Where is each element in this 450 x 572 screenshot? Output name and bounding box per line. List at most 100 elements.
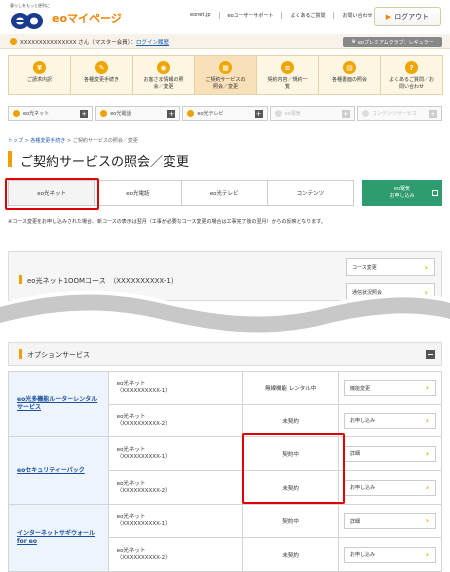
table-row: eo光多機能ルーターレンタルサービス eo光ネット （XXXXXXXXXX-1）…: [8, 371, 443, 437]
tv-icon: [187, 110, 195, 117]
button-label: お申し込み: [349, 418, 375, 424]
logo[interactable]: 暮らしをもっと便利に: [10, 3, 50, 31]
menu-item-contracts[interactable]: ▦ ご契約サービスの 照会／変更: [194, 55, 257, 95]
plus-icon[interactable]: +: [254, 109, 263, 118]
status-cell: 未契約: [242, 537, 339, 572]
line-name: eo光ネット: [116, 446, 146, 453]
button-label: お申し込み: [349, 485, 375, 491]
page-title: ご契約サービスの照会／変更: [20, 155, 190, 170]
menu-label: ご契約サービスの 照会／変更: [205, 77, 246, 90]
service-link-sagiwall[interactable]: インターネットサギウォール for eo: [17, 530, 100, 546]
electric-apply-button[interactable]: eo電気 お申し込み: [362, 180, 442, 206]
breadcrumb-current: ご契約サービスの照会／変更: [72, 138, 138, 144]
page: 暮らしをもっと便利に eoマイページ eonet.jp eoユーザーサポート よ…: [0, 0, 450, 572]
header-links: eonet.jp eoユーザーサポート よくあるご質問 お問い合わせ: [182, 12, 380, 19]
menu-item-faq[interactable]: ? よくあるご質問／お 問い合わせ: [380, 55, 443, 95]
service-cell: eo光多機能ルーターレンタルサービス: [8, 371, 109, 437]
user-bar: XXXXXXXXXXXXXXX さん（マスター会員）：ログイン履歴 ♛ eoプレ…: [0, 34, 450, 49]
electric-icon: [274, 110, 282, 117]
option-accent: [19, 349, 22, 359]
tab-eo-phone[interactable]: eo光電話: [94, 181, 181, 205]
content-icon: [361, 110, 369, 117]
tab-eo-tv[interactable]: eo光テレビ: [180, 181, 267, 205]
crown-icon: ♛: [351, 39, 356, 45]
chevron-right-icon: ›: [425, 415, 429, 425]
chevron-right-icon: ›: [425, 383, 429, 392]
plus-icon: +: [341, 109, 350, 118]
login-history-link[interactable]: ログイン履歴: [136, 40, 169, 46]
line-name: eo光ネット: [116, 514, 146, 520]
question-icon: ?: [405, 61, 418, 74]
plus-icon[interactable]: +: [80, 109, 89, 118]
menu-item-documents[interactable]: ▤ 各種書面の照会: [318, 55, 381, 95]
line-name: eo光ネット: [116, 381, 146, 387]
breadcrumb: トップ > 各種変更手続き > ご契約サービスの照会／変更: [8, 137, 138, 144]
course-change-note: ※コース変更をお申し込みされた場合、新コースの表示は翌月（工事が必要なコース変更…: [8, 219, 326, 225]
menu-label: ご請求内訳: [26, 77, 52, 83]
apply-button[interactable]: お申し込み ›: [343, 412, 436, 429]
function-change-button[interactable]: 機能変更 ›: [343, 380, 436, 396]
arrow-right-icon: ▶: [385, 12, 392, 21]
button-label: 詳細: [349, 451, 360, 457]
line-cell: eo光ネット （XXXXXXXXXX-1）: [107, 371, 244, 405]
service-tabs: eo光ネット + eo光電話 + eo光テレビ + eo電気 + コンテンツサー…: [8, 106, 443, 121]
details-button[interactable]: 詳細 ›: [343, 513, 436, 529]
line-id: （XXXXXXXXXX-1）: [116, 453, 171, 460]
person-icon: ◉: [157, 61, 170, 74]
document-icon: ≡: [281, 61, 294, 74]
action-cell: 詳細 ›: [337, 504, 443, 538]
header-link-support[interactable]: eoユーザーサポート: [218, 12, 282, 19]
apply-button[interactable]: お申し込み ›: [343, 479, 436, 496]
service-link-router[interactable]: eo光多機能ルーターレンタルサービス: [17, 396, 100, 412]
header-link-eonet[interactable]: eonet.jp: [182, 12, 219, 19]
course-change-button[interactable]: コース変更 ›: [346, 258, 435, 276]
button-label: お申し込み: [349, 552, 375, 558]
menu-item-terms[interactable]: ≡ 契約内容／規約一 覧: [256, 55, 319, 95]
service-tab-label: eo光テレビ: [197, 111, 224, 117]
service-tab-label: eo光ネット: [23, 111, 50, 117]
premium-label: eoプレミアムクラブ：レギュラー: [357, 39, 434, 46]
menu-label: 契約内容／規約一 覧: [267, 77, 308, 90]
collapse-icon[interactable]: [426, 350, 435, 359]
line-id: （XXXXXXXXXX-2）: [116, 487, 171, 494]
service-cell: インターネットサギウォール for eo: [8, 504, 109, 572]
contract-icon: ▦: [219, 61, 232, 74]
pencil-icon: ✎: [95, 61, 108, 74]
breadcrumb-separator: >: [67, 138, 72, 144]
highlight-box: [5, 178, 99, 210]
option-header: オプションサービス: [8, 342, 442, 366]
breadcrumb-top[interactable]: トップ: [8, 138, 23, 144]
user-name-text: XXXXXXXXXXXXXXX さん（マスター会員）: [20, 40, 131, 46]
title-accent: [8, 151, 12, 167]
service-link-security[interactable]: eoセキュリティーパック: [17, 467, 100, 475]
menu-label: 各種書面の照会: [331, 77, 367, 83]
site-title: eoマイページ: [52, 12, 122, 25]
line-id: （XXXXXXXXXX-2）: [116, 554, 171, 561]
line-cell: eo光ネット （XXXXXXXXXX-1）: [107, 436, 244, 471]
line-name: eo光ネット: [116, 413, 146, 420]
line-id: （XXXXXXXXXX-1）: [116, 388, 171, 394]
external-link-icon: [432, 190, 438, 196]
status-cell: 契約中: [242, 504, 339, 538]
service-tab-tv[interactable]: eo光テレビ +: [182, 106, 268, 121]
service-tab-net[interactable]: eo光ネット +: [8, 106, 94, 121]
logout-button[interactable]: ▶ ログアウト: [374, 7, 441, 26]
tab-contents[interactable]: コンテンツ: [266, 181, 353, 205]
menu-item-changes[interactable]: ✎ 各種変更手続き: [70, 55, 133, 95]
apply-button[interactable]: お申し込み ›: [343, 546, 436, 563]
service-tab-phone[interactable]: eo光電話 +: [95, 106, 181, 121]
breadcrumb-changes[interactable]: 各種変更手続き: [30, 138, 65, 144]
premium-badge[interactable]: ♛ eoプレミアムクラブ：レギュラー: [343, 37, 442, 47]
menu-item-billing[interactable]: ¥ ご請求内訳: [8, 55, 71, 95]
menu-label: お客さま情報の照 会／変更: [143, 77, 184, 90]
details-button[interactable]: 詳細 ›: [343, 445, 436, 462]
chevron-right-icon: ›: [425, 482, 429, 492]
action-cell: 詳細 ›: [337, 436, 443, 471]
plus-icon[interactable]: +: [167, 109, 176, 118]
header-link-faq[interactable]: よくあるご質問: [281, 12, 333, 19]
menu-item-customer-info[interactable]: ◉ お客さま情報の照 会／変更: [132, 55, 195, 95]
table-row: インターネットサギウォール for eo eo光ネット （XXXXXXXXXX-…: [8, 504, 443, 572]
phone-icon: [100, 110, 108, 117]
service-tab-label: コンテンツサービス: [371, 111, 417, 117]
breadcrumb-separator: >: [24, 138, 29, 144]
